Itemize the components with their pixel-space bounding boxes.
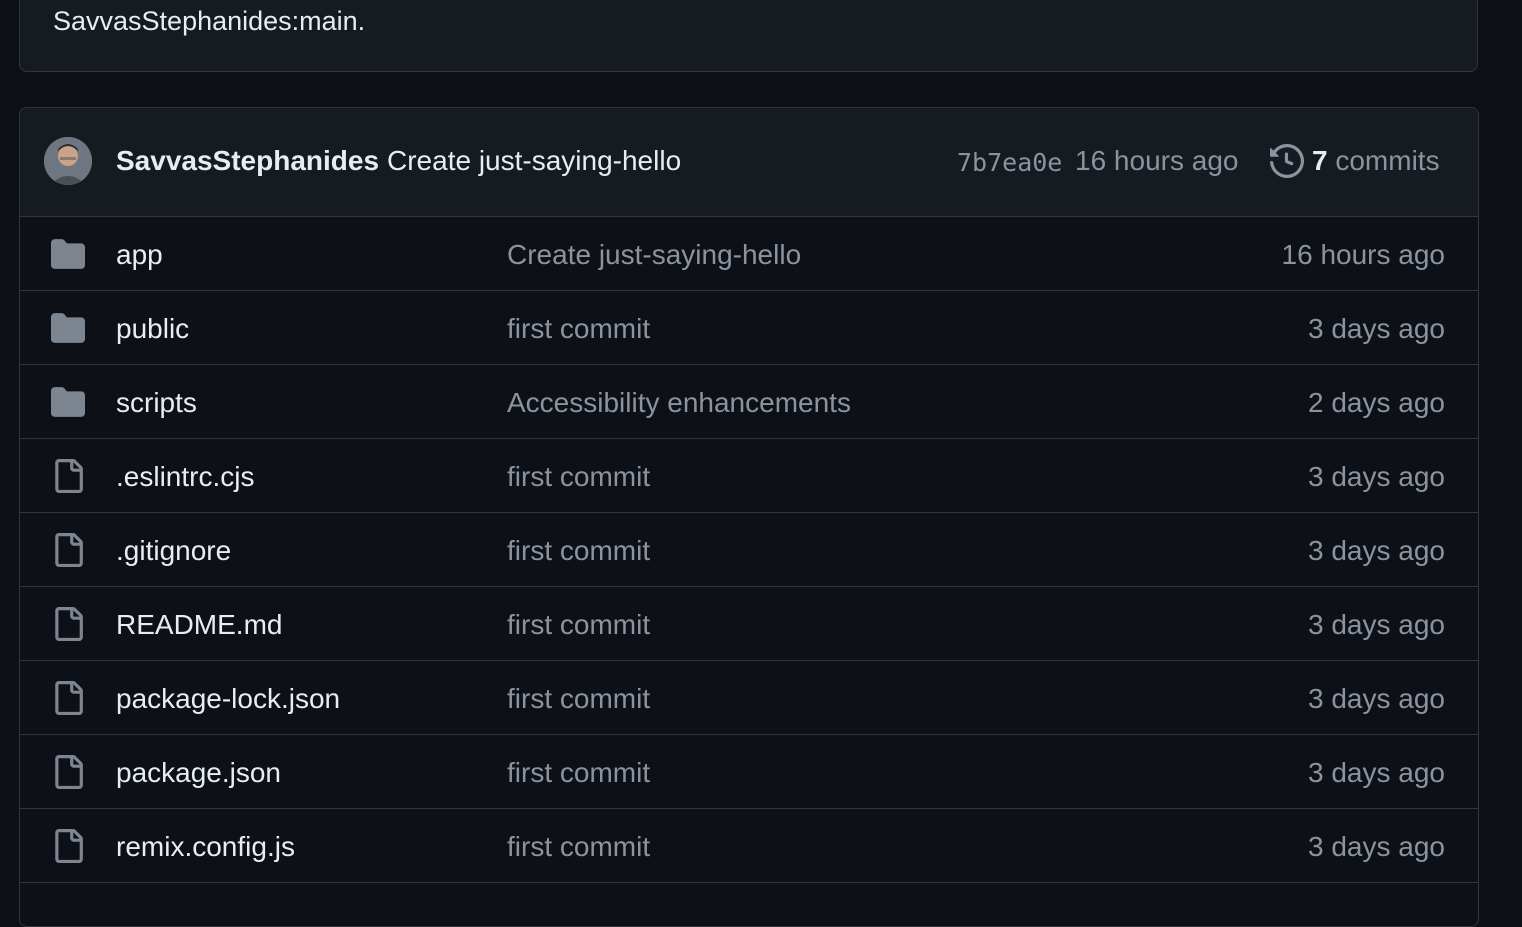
folder-icon — [51, 313, 85, 343]
merge-banner-message: SavvasStephanides:main. — [53, 6, 366, 36]
file-age: 2 days ago — [1308, 387, 1445, 418]
file-icon — [55, 533, 83, 567]
file-commit-message[interactable]: Create just-saying-hello — [507, 239, 801, 271]
file-icon — [55, 755, 83, 789]
commit-time: 16 hours ago — [1075, 145, 1239, 176]
commit-sha[interactable]: 7b7ea0e — [957, 148, 1062, 177]
file-list: app Create just-saying-hello 16 hours ag… — [20, 217, 1478, 883]
file-age: 3 days ago — [1308, 757, 1445, 788]
file-commit-message[interactable]: first commit — [507, 609, 650, 641]
file-icon — [55, 607, 83, 641]
commit-count-label: commits — [1335, 145, 1440, 176]
file-row[interactable]: public first commit 3 days ago — [20, 291, 1478, 365]
file-name[interactable]: .eslintrc.cjs — [116, 461, 254, 493]
file-age: 3 days ago — [1308, 313, 1445, 344]
commits-link[interactable]: 7 commits — [1312, 145, 1440, 177]
file-name[interactable]: app — [116, 239, 163, 271]
file-commit-message[interactable]: first commit — [507, 461, 650, 493]
file-name[interactable]: remix.config.js — [116, 831, 295, 863]
merge-banner: SavvasStephanides:main. — [19, 0, 1478, 72]
file-age: 16 hours ago — [1281, 239, 1445, 270]
file-age: 3 days ago — [1308, 609, 1445, 640]
avatar[interactable] — [44, 137, 92, 185]
file-icon — [55, 829, 83, 863]
file-commit-message[interactable]: first commit — [507, 757, 650, 789]
commit-count: 7 — [1312, 145, 1328, 176]
file-row[interactable]: .gitignore first commit 3 days ago — [20, 513, 1478, 587]
file-age: 3 days ago — [1308, 461, 1445, 492]
file-name[interactable]: scripts — [116, 387, 197, 419]
file-row[interactable]: README.md first commit 3 days ago — [20, 587, 1478, 661]
latest-commit-header: SavvasStephanides Create just-saying-hel… — [20, 108, 1478, 217]
folder-icon — [51, 239, 85, 269]
file-commit-message[interactable]: first commit — [507, 313, 650, 345]
history-icon — [1270, 144, 1304, 178]
file-name[interactable]: package.json — [116, 757, 281, 789]
commit-author[interactable]: SavvasStephanides — [116, 145, 379, 177]
file-row[interactable]: app Create just-saying-hello 16 hours ag… — [20, 217, 1478, 291]
file-age: 3 days ago — [1308, 535, 1445, 566]
file-icon — [55, 459, 83, 493]
file-commit-message[interactable]: first commit — [507, 831, 650, 863]
file-age: 3 days ago — [1308, 831, 1445, 862]
file-browser: SavvasStephanides Create just-saying-hel… — [19, 107, 1479, 927]
file-age: 3 days ago — [1308, 683, 1445, 714]
file-row[interactable]: .eslintrc.cjs first commit 3 days ago — [20, 439, 1478, 513]
file-commit-message[interactable]: Accessibility enhancements — [507, 387, 851, 419]
file-icon — [55, 681, 83, 715]
file-name[interactable]: package-lock.json — [116, 683, 340, 715]
file-name[interactable]: .gitignore — [116, 535, 231, 567]
file-name[interactable]: README.md — [116, 609, 282, 641]
file-row[interactable]: package-lock.json first commit 3 days ag… — [20, 661, 1478, 735]
file-row[interactable]: package.json first commit 3 days ago — [20, 735, 1478, 809]
folder-icon — [51, 387, 85, 417]
commit-message[interactable]: Create just-saying-hello — [387, 145, 681, 177]
file-row[interactable]: scripts Accessibility enhancements 2 day… — [20, 365, 1478, 439]
file-row[interactable]: remix.config.js first commit 3 days ago — [20, 809, 1478, 883]
file-commit-message[interactable]: first commit — [507, 535, 650, 567]
file-commit-message[interactable]: first commit — [507, 683, 650, 715]
file-name[interactable]: public — [116, 313, 189, 345]
